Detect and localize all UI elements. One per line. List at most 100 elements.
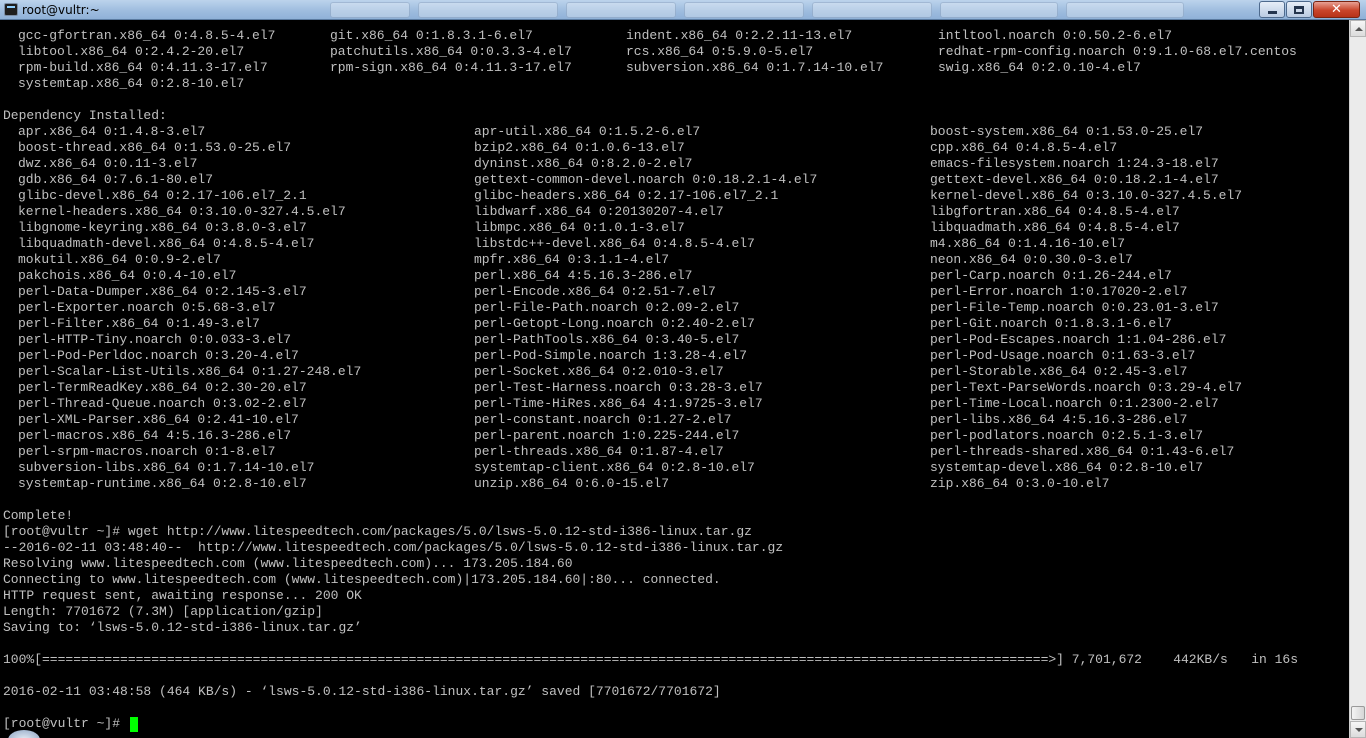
dependency-package: perl-Exporter.noarch 0:5.68-3.el7: [18, 300, 276, 315]
dependency-package: boost-thread.x86_64 0:1.53.0-25.el7: [18, 140, 292, 155]
output-line: [root@vultr ~]# wget http://www.litespee…: [3, 524, 752, 539]
window-title-bar[interactable]: root@vultr:~ ✕: [0, 0, 1366, 20]
installed-package: indent.x86_64 0:2.2.11-13.el7: [626, 28, 853, 43]
dependency-package: emacs-filesystem.noarch 1:24.3-18.el7: [930, 156, 1219, 171]
installed-package: redhat-rpm-config.noarch 0:9.1.0-68.el7.…: [938, 44, 1297, 59]
terminal-app-icon[interactable]: [4, 3, 18, 16]
dependency-package: perl-Time-Local.noarch 0:1.2300-2.el7: [930, 396, 1219, 411]
dependency-package: libquadmath.x86_64 0:4.8.5-4.el7: [930, 220, 1180, 235]
dependency-package: perl-Data-Dumper.x86_64 0:2.145-3.el7: [18, 284, 307, 299]
dependency-package: perl-PathTools.x86_64 0:3.40-5.el7: [474, 332, 740, 347]
dependency-package: zip.x86_64 0:3.0-10.el7: [930, 476, 1110, 491]
scroll-down-arrow-icon[interactable]: [1350, 721, 1366, 738]
background-taskbar-tab: [1066, 2, 1184, 18]
dependency-package: perl-Thread-Queue.noarch 0:3.02-2.el7: [18, 396, 307, 411]
scrollbar-thumb[interactable]: [1351, 706, 1365, 720]
output-line: 100%[===================================…: [3, 652, 1299, 667]
dependency-package: perl-XML-Parser.x86_64 0:2.41-10.el7: [18, 412, 299, 427]
maximize-button[interactable]: [1286, 1, 1312, 18]
dependency-package: perl-Carp.noarch 0:1.26-244.el7: [930, 268, 1172, 283]
dependency-package: perl-libs.x86_64 4:5.16.3-286.el7: [930, 412, 1188, 427]
dependency-package: perl-parent.noarch 1:0.225-244.el7: [474, 428, 740, 443]
dependency-package: perl-Error.noarch 1:0.17020-2.el7: [930, 284, 1188, 299]
output-line: Complete!: [3, 508, 74, 523]
close-icon: ✕: [1331, 2, 1342, 17]
installed-package: intltool.noarch 0:0.50.2-6.el7: [938, 28, 1173, 43]
dependency-package: perl-Storable.x86_64 0:2.45-3.el7: [930, 364, 1188, 379]
dependency-package: perl-File-Temp.noarch 0:0.23.01-3.el7: [930, 300, 1219, 315]
dependency-package: systemtap-devel.x86_64 0:2.8-10.el7: [930, 460, 1204, 475]
scroll-up-arrow-icon[interactable]: [1350, 20, 1366, 37]
dependency-package: bzip2.x86_64 0:1.0.6-13.el7: [474, 140, 685, 155]
minimize-button[interactable]: [1259, 1, 1285, 18]
output-line: Resolving www.litespeedtech.com (www.lit…: [3, 556, 573, 571]
installed-package: rpm-build.x86_64 0:4.11.3-17.el7: [18, 60, 268, 75]
dependency-package: neon.x86_64 0:0.30.0-3.el7: [930, 252, 1133, 267]
dependency-package: cpp.x86_64 0:4.8.5-4.el7: [930, 140, 1118, 155]
terminal-cursor[interactable]: [130, 717, 138, 732]
dependency-package: apr.x86_64 0:1.4.8-3.el7: [18, 124, 206, 139]
dependency-package: libdwarf.x86_64 0:20130207-4.el7: [474, 204, 724, 219]
dependency-package: mokutil.x86_64 0:0.9-2.el7: [18, 252, 221, 267]
dependency-package: perl-Encode.x86_64 0:2.51-7.el7: [474, 284, 716, 299]
background-taskbar-tab: [684, 2, 804, 18]
dependency-package: systemtap-client.x86_64 0:2.8-10.el7: [474, 460, 755, 475]
close-button[interactable]: ✕: [1313, 1, 1360, 18]
dependency-package: unzip.x86_64 0:6.0-15.el7: [474, 476, 670, 491]
dependency-package: perl-Getopt-Long.noarch 0:2.40-2.el7: [474, 316, 755, 331]
background-taskbar-tab: [330, 2, 410, 18]
installed-package: gcc-gfortran.x86_64 0:4.8.5-4.el7: [18, 28, 276, 43]
dependency-package: gettext-devel.x86_64 0:0.18.2.1-4.el7: [930, 172, 1219, 187]
installed-package: libtool.x86_64 0:2.4.2-20.el7: [18, 44, 245, 59]
minimize-icon: [1267, 11, 1277, 14]
dependency-package: pakchois.x86_64 0:0.4-10.el7: [18, 268, 237, 283]
output-line: Connecting to www.litespeedtech.com (www…: [3, 572, 721, 587]
vertical-scrollbar[interactable]: [1349, 20, 1366, 738]
dependency-package: libmpc.x86_64 0:1.0.1-3.el7: [474, 220, 685, 235]
background-taskbar-tab: [812, 2, 932, 18]
dependency-package: perl-podlators.noarch 0:2.5.1-3.el7: [930, 428, 1204, 443]
background-taskbar-tab: [418, 2, 558, 18]
dependency-package: perl-Pod-Escapes.noarch 1:1.04-286.el7: [930, 332, 1227, 347]
dependency-package: apr-util.x86_64 0:1.5.2-6.el7: [474, 124, 701, 139]
dependency-package: gettext-common-devel.noarch 0:0.18.2.1-4…: [474, 172, 818, 187]
installed-package: patchutils.x86_64 0:0.3.3-4.el7: [330, 44, 572, 59]
dependency-package: perl-Pod-Usage.noarch 0:1.63-3.el7: [930, 348, 1196, 363]
installed-package: swig.x86_64 0:2.0.10-4.el7: [938, 60, 1141, 75]
dependency-package: perl-File-Path.noarch 0:2.09-2.el7: [474, 300, 740, 315]
output-line: Saving to: ‘lsws-5.0.12-std-i386-linux.t…: [3, 620, 362, 635]
dependency-package: libgfortran.x86_64 0:4.8.5-4.el7: [930, 204, 1180, 219]
output-line: 2016-02-11 03:48:58 (464 KB/s) - ‘lsws-5…: [3, 684, 721, 699]
output-line: Length: 7701672 (7.3M) [application/gzip…: [3, 604, 323, 619]
dependency-package: perl-Socket.x86_64 0:2.010-3.el7: [474, 364, 724, 379]
installed-package: subversion.x86_64 0:1.7.14-10.el7: [626, 60, 884, 75]
dependency-package: perl-threads-shared.x86_64 0:1.43-6.el7: [930, 444, 1235, 459]
dependency-package: glibc-headers.x86_64 0:2.17-106.el7_2.1: [474, 188, 779, 203]
dependency-package: libquadmath-devel.x86_64 0:4.8.5-4.el7: [18, 236, 315, 251]
dependency-package: perl-Time-HiRes.x86_64 4:1.9725-3.el7: [474, 396, 763, 411]
dependency-package: subversion-libs.x86_64 0:1.7.14-10.el7: [18, 460, 315, 475]
dependency-package: perl-srpm-macros.noarch 0:1-8.el7: [18, 444, 276, 459]
dependency-package: perl-Text-ParseWords.noarch 0:3.29-4.el7: [930, 380, 1243, 395]
dependency-package: glibc-devel.x86_64 0:2.17-106.el7_2.1: [18, 188, 307, 203]
dependency-package: m4.x86_64 0:1.4.16-10.el7: [930, 236, 1126, 251]
window-title: root@vultr:~: [22, 3, 100, 17]
dependency-package: perl-TermReadKey.x86_64 0:2.30-20.el7: [18, 380, 307, 395]
terminal-output[interactable]: gcc-gfortran.x86_64 0:4.8.5-4.el7 git.x86…: [0, 20, 1349, 738]
dependency-package: perl-constant.noarch 0:1.27-2.el7: [474, 412, 732, 427]
dependency-package: perl-Test-Harness.noarch 0:3.28-3.el7: [474, 380, 763, 395]
background-taskbar-tab: [940, 2, 1058, 18]
dependency-package: kernel-headers.x86_64 0:3.10.0-327.4.5.e…: [18, 204, 346, 219]
dependency-package: dwz.x86_64 0:0.11-3.el7: [18, 156, 198, 171]
dependency-header: Dependency Installed:: [3, 108, 167, 123]
dependency-package: perl-Pod-Perldoc.noarch 0:3.20-4.el7: [18, 348, 299, 363]
installed-package: git.x86_64 0:1.8.3.1-6.el7: [330, 28, 533, 43]
dependency-package: kernel-devel.x86_64 0:3.10.0-327.4.5.el7: [930, 188, 1243, 203]
dependency-package: libgnome-keyring.x86_64 0:3.8.0-3.el7: [18, 220, 307, 235]
dependency-package: boost-system.x86_64 0:1.53.0-25.el7: [930, 124, 1204, 139]
dependency-package: perl-Pod-Simple.noarch 1:3.28-4.el7: [474, 348, 748, 363]
installed-package: rpm-sign.x86_64 0:4.11.3-17.el7: [330, 60, 572, 75]
dependency-package: systemtap-runtime.x86_64 0:2.8-10.el7: [18, 476, 307, 491]
dependency-package: gdb.x86_64 0:7.6.1-80.el7: [18, 172, 214, 187]
dependency-package: perl-Git.noarch 0:1.8.3.1-6.el7: [930, 316, 1172, 331]
